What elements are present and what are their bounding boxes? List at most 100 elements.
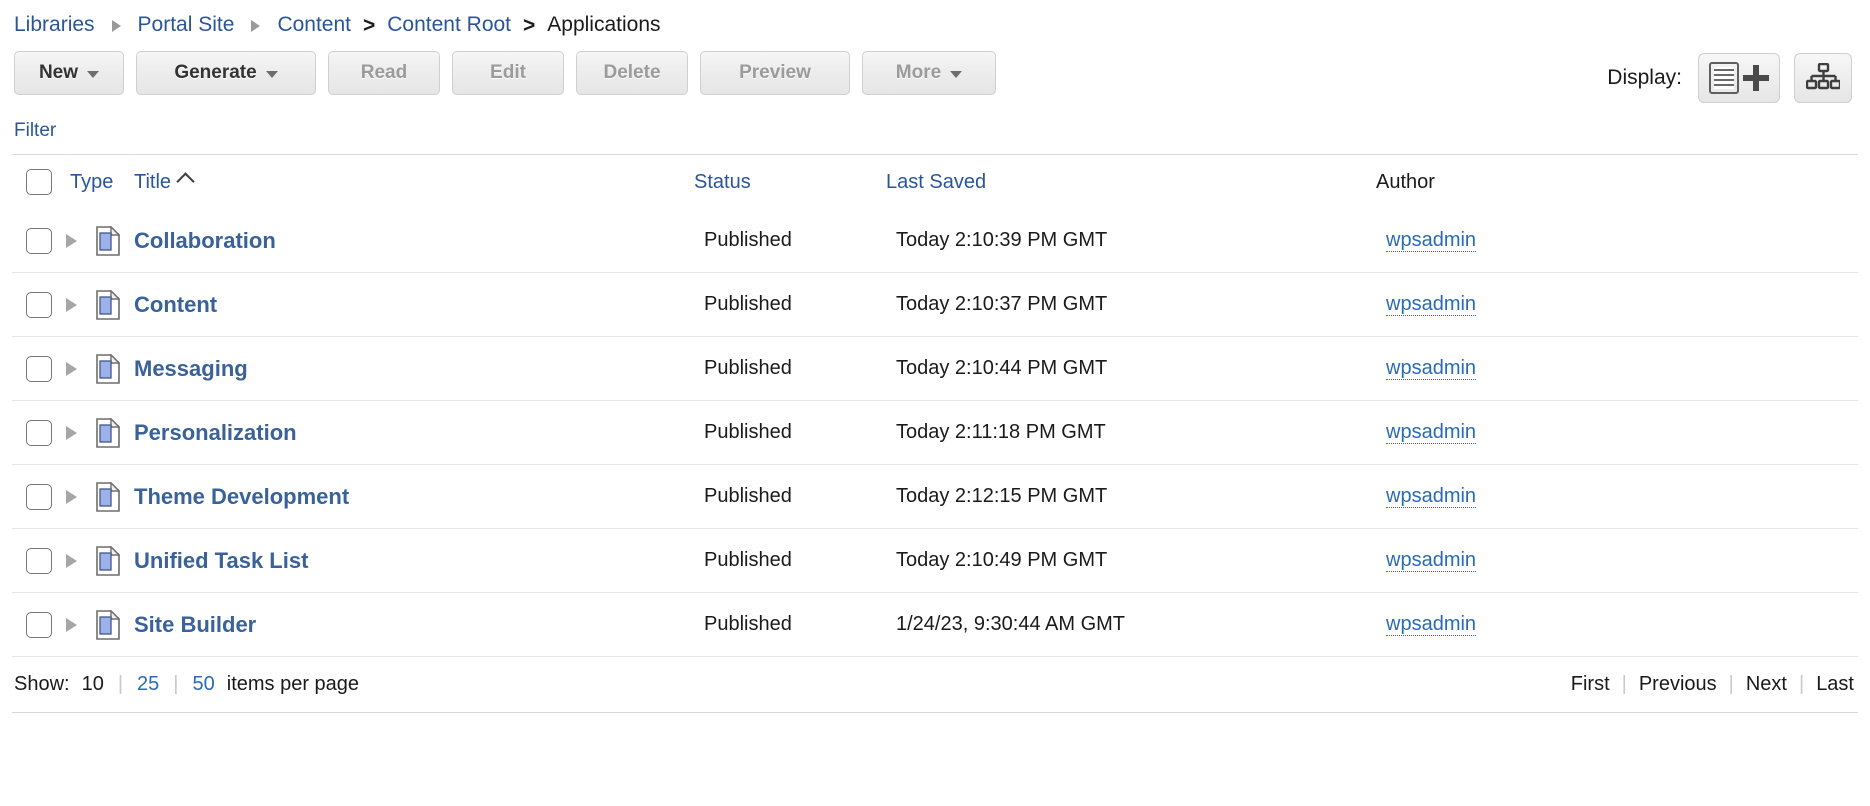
- page-size-separator: |: [173, 673, 179, 695]
- column-header-last-saved[interactable]: Last Saved: [886, 171, 1376, 194]
- row-checkbox[interactable]: [26, 611, 52, 638]
- chevron-down-icon: [265, 71, 278, 78]
- status-badge: Published: [704, 293, 792, 315]
- row-title-cell: Unified Task List: [134, 548, 704, 574]
- author-link[interactable]: wpsadmin: [1386, 357, 1477, 380]
- author-link[interactable]: wpsadmin: [1386, 229, 1477, 252]
- column-header-type[interactable]: Type: [64, 171, 134, 194]
- chevron-down-icon: [950, 71, 963, 78]
- pager-controls: First | Previous | Next | Last: [1571, 673, 1858, 696]
- select-all-checkbox[interactable]: [26, 169, 52, 195]
- pager-first[interactable]: First: [1571, 673, 1610, 696]
- preview-button[interactable]: Preview: [700, 51, 850, 95]
- row-title-cell: Theme Development: [134, 484, 704, 510]
- breadcrumb-item-libraries[interactable]: Libraries: [14, 13, 95, 37]
- list-view-icon: [1709, 62, 1739, 94]
- column-header-last-saved-label[interactable]: Last Saved: [886, 171, 986, 193]
- document-icon: [96, 224, 121, 256]
- row-checkbox[interactable]: [26, 483, 52, 510]
- row-select-cell: [12, 419, 64, 446]
- row-title-link[interactable]: Site Builder: [134, 612, 256, 637]
- row-type-cell: [96, 352, 134, 384]
- more-button-label: More: [895, 62, 942, 83]
- row-title-link[interactable]: Unified Task List: [134, 548, 308, 573]
- row-checkbox[interactable]: [26, 227, 52, 254]
- column-header-status[interactable]: Status: [694, 171, 886, 194]
- row-type-cell: [96, 224, 134, 256]
- row-title-link[interactable]: Content: [134, 292, 217, 317]
- content-table: Type Title Status Last Saved Author Coll…: [0, 155, 1870, 657]
- expand-triangle-icon[interactable]: [66, 553, 77, 568]
- row-type-cell: [96, 416, 134, 448]
- status-badge: Published: [704, 421, 792, 443]
- row-expand-cell: [64, 297, 96, 312]
- plus-icon: [1743, 65, 1769, 91]
- table-row[interactable]: Theme Development Published Today 2:12:15 …: [12, 465, 1858, 529]
- table-row[interactable]: Collaboration Published Today 2:10:39 PM G…: [12, 209, 1858, 273]
- last-saved-text: Today 2:10:37 PM GMT: [896, 293, 1108, 315]
- breadcrumb-item-portal-site[interactable]: Portal Site: [138, 13, 235, 37]
- row-select-cell: [12, 611, 64, 638]
- table-row[interactable]: Site Builder Published 1/24/23, 9:30:44 AM…: [12, 593, 1858, 657]
- table-row[interactable]: Content Published Today 2:10:37 PM GMT wpsa…: [12, 273, 1858, 337]
- document-icon: [96, 288, 121, 320]
- expand-triangle-icon[interactable]: [66, 617, 77, 632]
- page-size-50[interactable]: 50: [193, 673, 215, 696]
- delete-button[interactable]: Delete: [576, 51, 688, 95]
- column-header-status-label[interactable]: Status: [694, 171, 751, 193]
- pager-previous[interactable]: Previous: [1639, 673, 1717, 696]
- row-checkbox[interactable]: [26, 291, 52, 318]
- row-title-link[interactable]: Messaging: [134, 356, 248, 381]
- status-badge: Published: [704, 357, 792, 379]
- tree-view-button[interactable]: [1794, 53, 1852, 103]
- document-icon: [96, 416, 121, 448]
- filter-link[interactable]: Filter: [14, 120, 56, 141]
- table-row[interactable]: Messaging Published Today 2:10:44 PM GMT wp…: [12, 337, 1858, 401]
- more-button[interactable]: More: [862, 51, 996, 95]
- row-status-cell: Published: [704, 293, 896, 316]
- pager-last[interactable]: Last: [1816, 673, 1854, 696]
- author-link[interactable]: wpsadmin: [1386, 549, 1477, 572]
- read-button[interactable]: Read: [328, 51, 440, 95]
- table-row[interactable]: Unified Task List Published Today 2:10:49 …: [12, 529, 1858, 593]
- row-title-cell: Collaboration: [134, 228, 704, 254]
- row-title-link[interactable]: Theme Development: [134, 484, 349, 509]
- row-author-cell: wpsadmin: [1386, 293, 1858, 316]
- expand-triangle-icon[interactable]: [66, 297, 77, 312]
- author-link[interactable]: wpsadmin: [1386, 485, 1477, 508]
- pager-next[interactable]: Next: [1746, 673, 1787, 696]
- page-size-10[interactable]: 10: [82, 673, 104, 696]
- author-link[interactable]: wpsadmin: [1386, 421, 1477, 444]
- row-checkbox[interactable]: [26, 547, 52, 574]
- row-type-cell: [96, 480, 134, 512]
- row-title-link[interactable]: Personalization: [134, 420, 297, 445]
- row-checkbox[interactable]: [26, 419, 52, 446]
- breadcrumb-separator-gt: >: [523, 13, 536, 37]
- author-link[interactable]: wpsadmin: [1386, 293, 1477, 316]
- generate-button[interactable]: Generate: [136, 51, 316, 95]
- row-last-saved-cell: 1/24/23, 9:30:44 AM GMT: [896, 613, 1386, 636]
- breadcrumb-item-content[interactable]: Content: [277, 13, 351, 37]
- author-link[interactable]: wpsadmin: [1386, 613, 1477, 636]
- new-button[interactable]: New: [14, 51, 124, 95]
- row-select-cell: [12, 547, 64, 574]
- document-icon: [96, 352, 121, 384]
- breadcrumb: Libraries Portal Site Content > Content …: [0, 0, 1870, 40]
- last-saved-text: Today 2:10:49 PM GMT: [896, 549, 1108, 571]
- edit-button[interactable]: Edit: [452, 51, 564, 95]
- page-size-25[interactable]: 25: [137, 673, 159, 696]
- row-checkbox[interactable]: [26, 355, 52, 382]
- expand-triangle-icon[interactable]: [66, 489, 77, 504]
- expand-triangle-icon[interactable]: [66, 425, 77, 440]
- column-header-title-label[interactable]: Title: [134, 171, 171, 194]
- row-title-cell: Personalization: [134, 420, 704, 446]
- list-view-button[interactable]: [1698, 53, 1780, 103]
- expand-triangle-icon[interactable]: [66, 233, 77, 248]
- column-header-title[interactable]: Title: [134, 171, 694, 194]
- breadcrumb-item-content-root[interactable]: Content Root: [387, 13, 511, 37]
- column-header-type-label[interactable]: Type: [70, 171, 113, 193]
- table-row[interactable]: Personalization Published Today 2:11:18 PM…: [12, 401, 1858, 465]
- row-title-cell: Site Builder: [134, 612, 704, 638]
- expand-triangle-icon[interactable]: [66, 361, 77, 376]
- row-title-link[interactable]: Collaboration: [134, 228, 276, 253]
